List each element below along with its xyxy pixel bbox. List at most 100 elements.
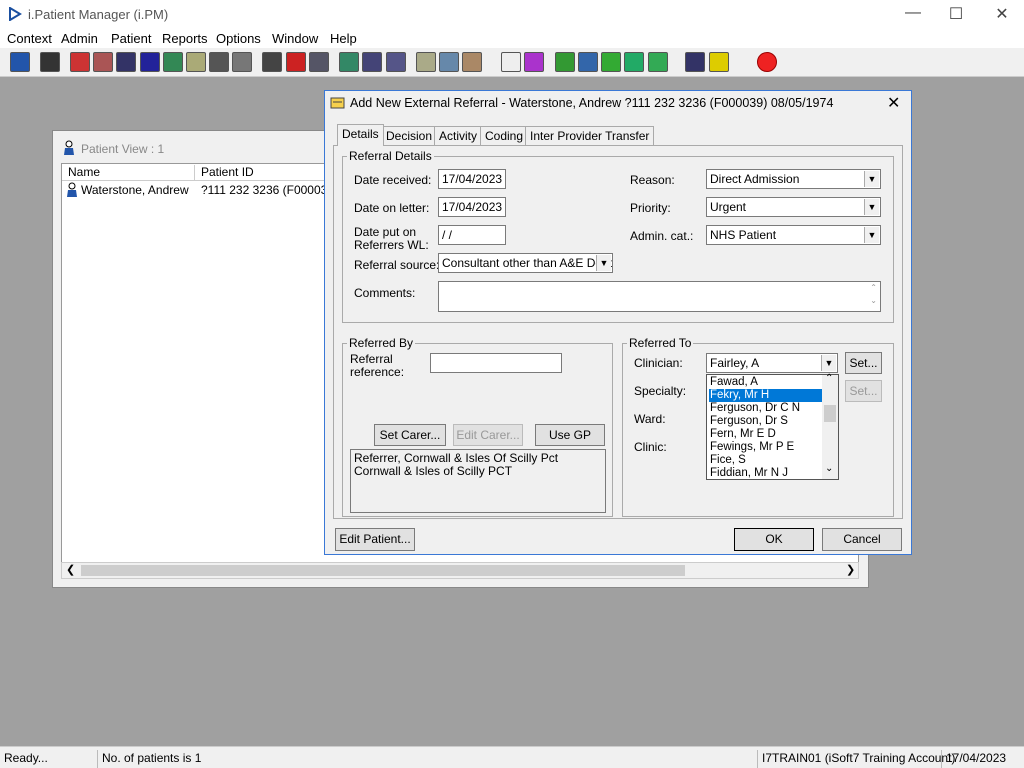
menu-help[interactable]: Help [330,31,357,46]
ambulance-icon[interactable] [232,52,252,72]
clinician-label: Clinician: [634,356,683,370]
check-list-icon[interactable] [578,52,598,72]
list-item[interactable]: Fawad, A [709,376,823,389]
menu-options[interactable]: Options [216,31,261,46]
dialog-close-icon[interactable]: ✕ [887,93,900,113]
chevron-down-icon[interactable]: ▼ [864,227,879,243]
scroll-down-icon[interactable]: ⌄ [825,463,833,474]
chevron-down-icon[interactable]: ▼ [864,171,879,187]
app-logo-icon [9,7,22,21]
bed-icon[interactable] [209,52,229,72]
referral-icon[interactable] [93,52,113,72]
chart-icon[interactable] [362,52,382,72]
edit-patient-button[interactable]: Edit Patient... [335,528,415,551]
print-icon[interactable] [40,52,60,72]
chevron-down-icon[interactable]: ▼ [864,199,879,215]
scroll-right-icon[interactable]: ❯ [846,563,855,576]
chevron-down-icon[interactable]: ▼ [821,355,836,371]
scroll-down-icon[interactable]: ⌄ [870,296,877,305]
check-icon[interactable] [601,52,621,72]
book-icon[interactable] [70,52,90,72]
minimize-button[interactable]: — [898,4,928,24]
swap-icon[interactable] [685,52,705,72]
list-icon[interactable] [416,52,436,72]
use-gp-button[interactable]: Use GP [535,424,605,446]
tab-coding[interactable]: Coding [480,126,529,146]
horizontal-scrollbar[interactable]: ❮ ❯ [61,562,859,579]
chevron-down-icon[interactable]: ▼ [596,255,611,271]
tab-decision[interactable]: Decision [381,126,438,146]
tab-details[interactable]: Details [337,124,384,146]
column-header-name[interactable]: Name [62,165,195,181]
patient-icon [64,140,74,155]
exit-icon[interactable] [757,52,777,72]
referral-reference-field[interactable] [430,353,562,373]
patient-name: Waterstone, Andrew [81,183,189,197]
date-on-letter-field[interactable]: 17/04/2023 [438,197,506,217]
reason-select[interactable]: Direct Admission ▼ [706,169,881,189]
menu-patient[interactable]: Patient [111,31,151,46]
date-received-field[interactable]: 17/04/2023 [438,169,506,189]
list-item[interactable]: Ferguson, Dr S [709,415,823,428]
set-clinician-button[interactable]: Set... [845,352,882,374]
tab-inter-provider-transfer[interactable]: Inter Provider Transfer [525,126,655,146]
referral-details-legend: Referral Details [349,149,432,163]
warning-icon[interactable] [709,52,729,72]
bar-chart-icon[interactable] [524,52,544,72]
tab-activity[interactable]: Activity [434,126,483,146]
list-item[interactable]: Fern, Mr E D [709,428,823,441]
list-item[interactable]: Fice, S [709,454,823,467]
cancel-button[interactable]: Cancel [822,528,902,551]
patient-id: ?111 232 3236 (F000039) [201,183,338,197]
magnify-icon[interactable] [262,52,282,72]
menu-context[interactable]: Context [7,31,52,46]
doc-icon[interactable] [501,52,521,72]
letter-icon[interactable] [116,52,136,72]
monitor-icon[interactable] [309,52,329,72]
date-put-on-wl-field[interactable]: / / [438,225,506,245]
ok-button[interactable]: OK [734,528,814,551]
calendar-icon[interactable] [339,52,359,72]
admin-cat-select[interactable]: NHS Patient ▼ [706,225,881,245]
edit-icon[interactable] [462,52,482,72]
clinician-dropdown-list[interactable]: Fawad, A Fekry, Mr H Ferguson, Dr C N Fe… [706,373,839,480]
person-icon[interactable] [163,52,183,72]
list-item[interactable]: Fewings, Mr P E [709,441,823,454]
referral-source-select[interactable]: Consultant other than A&E Dept ▼ [438,253,613,273]
list-item[interactable]: Ferguson, Dr C N [709,402,823,415]
menu-admin[interactable]: Admin [61,31,98,46]
scroll-up-icon[interactable]: ⌃ [825,373,833,384]
form-icon[interactable] [439,52,459,72]
referred-by-legend: Referred By [349,336,414,350]
scroll-left-icon[interactable]: ❮ [66,563,75,576]
maximize-button[interactable]: ☐ [941,4,971,24]
priority-select[interactable]: Urgent ▼ [706,197,881,217]
note-icon[interactable] [186,52,206,72]
clock-icon[interactable] [286,52,306,72]
clinician-value: Fairley, A [710,356,760,370]
ward-label: Ward: [634,412,666,426]
status-account: I7TRAIN01 (iSoft7 Training Account) [757,750,955,768]
toolbar [0,48,1024,77]
set-carer-button[interactable]: Set Carer... [374,424,446,446]
patient-search-icon[interactable] [10,52,30,72]
scrollbar-thumb[interactable] [81,565,685,576]
menu-window[interactable]: Window [272,31,318,46]
scan-icon[interactable] [386,52,406,72]
globe-icon[interactable] [555,52,575,72]
comments-field[interactable]: ⌃ ⌄ [438,281,881,312]
close-button[interactable]: ✕ [987,4,1017,24]
transfer-alt-icon[interactable] [648,52,668,72]
scrollbar-thumb[interactable] [824,405,836,422]
list-item[interactable]: Fiddian, Mr N J [709,467,823,480]
m-icon[interactable] [140,52,160,72]
clinician-select[interactable]: Fairley, A ▼ [706,353,838,373]
set-specialty-button[interactable]: Set... [845,380,882,402]
scroll-up-icon[interactable]: ⌃ [870,283,877,292]
dropdown-scrollbar[interactable]: ⌃ ⌄ [822,373,838,479]
transfer-icon[interactable] [624,52,644,72]
priority-value: Urgent [710,200,747,214]
edit-carer-button[interactable]: Edit Carer... [453,424,523,446]
list-item-selected[interactable]: Fekry, Mr H [708,388,824,403]
menu-reports[interactable]: Reports [162,31,208,46]
